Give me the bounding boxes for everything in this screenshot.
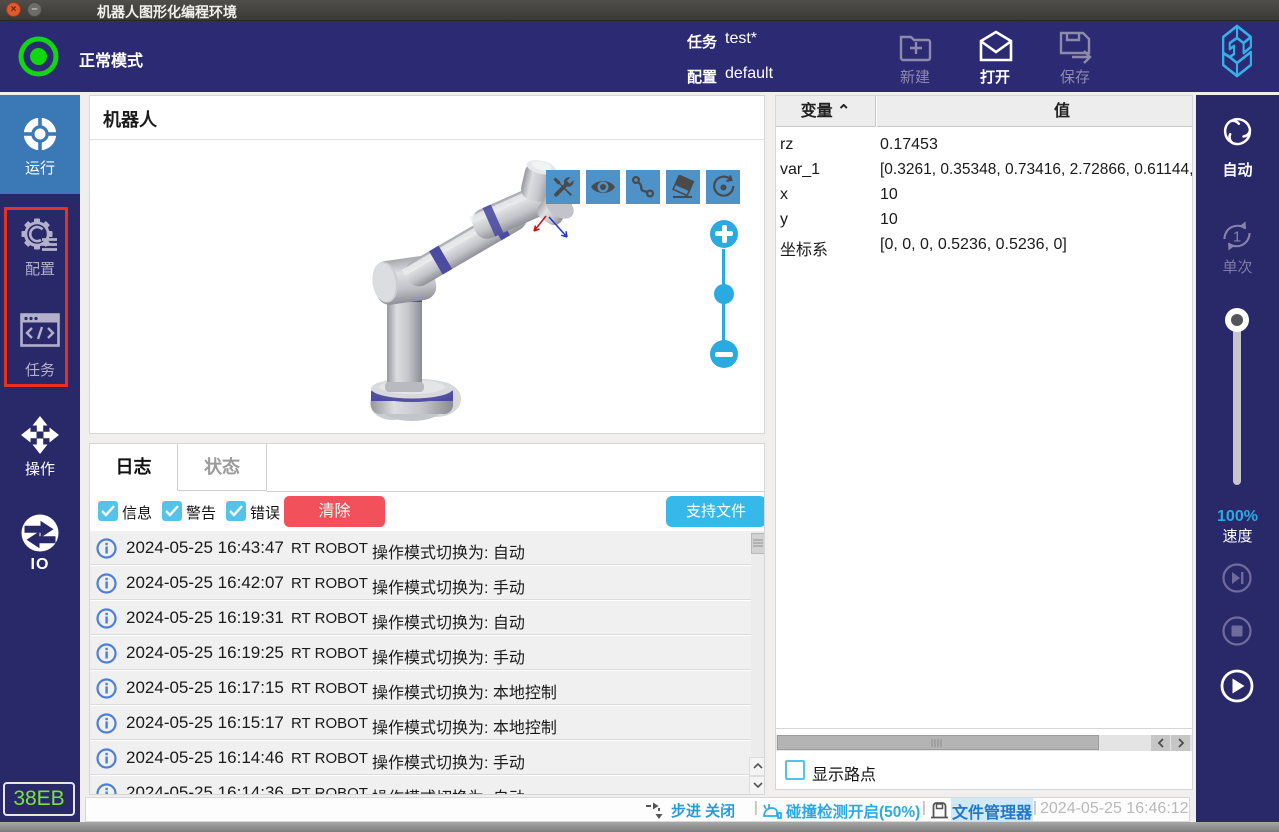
svg-text:1: 1	[1233, 229, 1241, 246]
